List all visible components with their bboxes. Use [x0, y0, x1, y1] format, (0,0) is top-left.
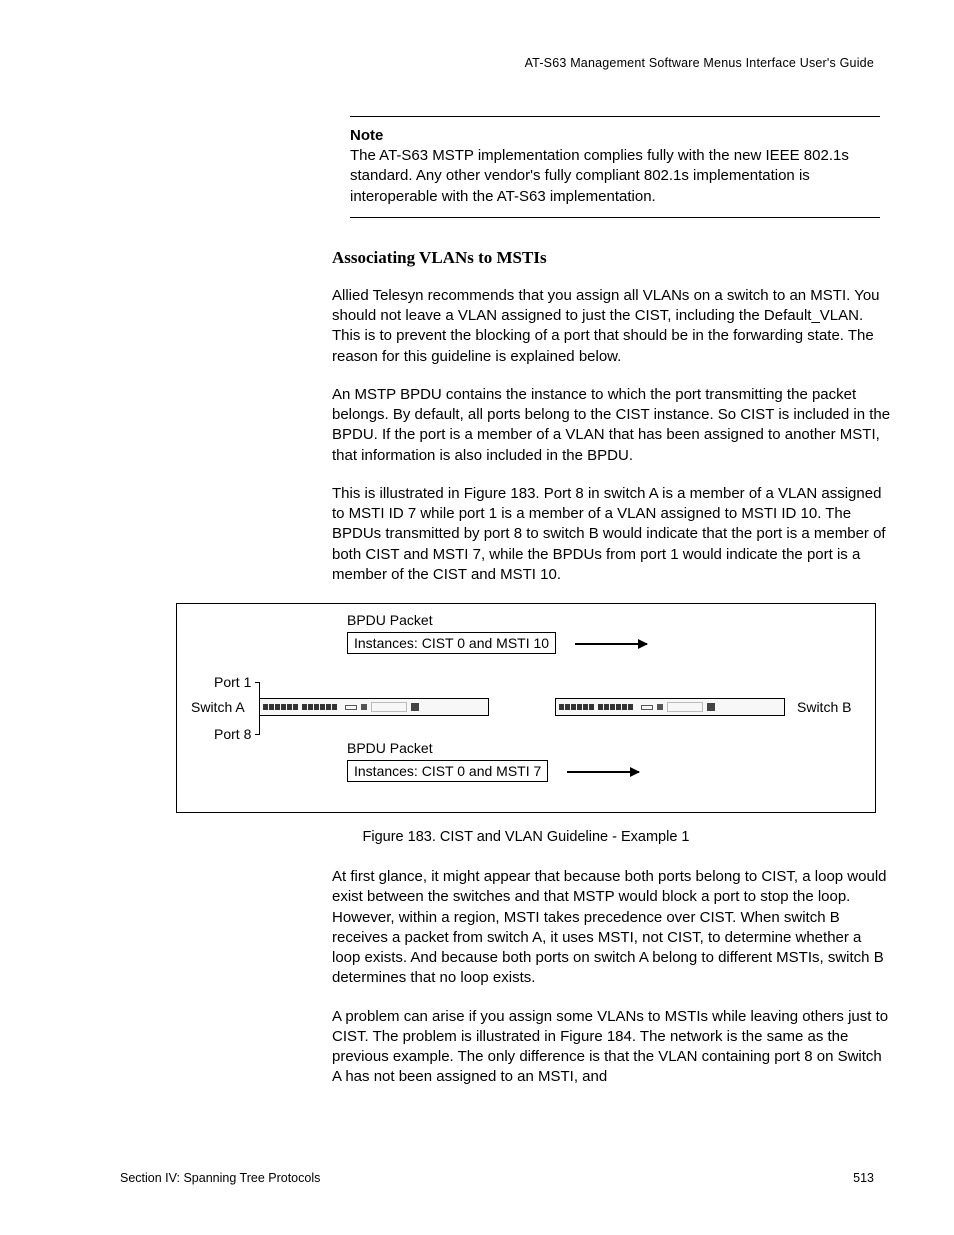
instances-box-bottom: Instances: CIST 0 and MSTI 7 [347, 760, 548, 782]
switch-b-icon [555, 698, 785, 716]
connector-line [259, 716, 260, 734]
connector-line [255, 734, 260, 735]
note-block: Note The AT-S63 MSTP implementation comp… [350, 116, 880, 218]
bpdu-label-top: BPDU Packet [347, 612, 433, 628]
footer-section: Section IV: Spanning Tree Protocols [120, 1171, 320, 1185]
figure-183: BPDU Packet Instances: CIST 0 and MSTI 1… [176, 603, 876, 813]
figure-caption: Figure 183. CIST and VLAN Guideline - Ex… [176, 829, 876, 845]
port1-label: Port 1 [214, 674, 251, 690]
paragraph: This is illustrated in Figure 183. Port … [332, 484, 892, 585]
bpdu-label-bottom: BPDU Packet [347, 740, 433, 756]
paragraph: At first glance, it might appear that be… [332, 867, 892, 989]
page-number: 513 [853, 1171, 874, 1185]
switch-a-icon [259, 698, 489, 716]
switch-b-label: Switch B [797, 699, 851, 715]
connector-line [259, 682, 260, 698]
switch-a-label: Switch A [191, 699, 245, 715]
note-body: The AT-S63 MSTP implementation complies … [350, 146, 880, 207]
running-header: AT-S63 Management Software Menus Interfa… [120, 56, 874, 70]
arrow-icon [567, 771, 639, 773]
instances-box-top: Instances: CIST 0 and MSTI 10 [347, 632, 556, 654]
paragraph: Allied Telesyn recommends that you assig… [332, 286, 892, 367]
paragraph: A problem can arise if you assign some V… [332, 1007, 892, 1088]
arrow-icon [575, 643, 647, 645]
connector-line [255, 682, 260, 683]
port8-label: Port 8 [214, 726, 251, 742]
section-heading: Associating VLANs to MSTIs [332, 248, 880, 268]
note-title: Note [350, 127, 880, 144]
paragraph: An MSTP BPDU contains the instance to wh… [332, 385, 892, 466]
